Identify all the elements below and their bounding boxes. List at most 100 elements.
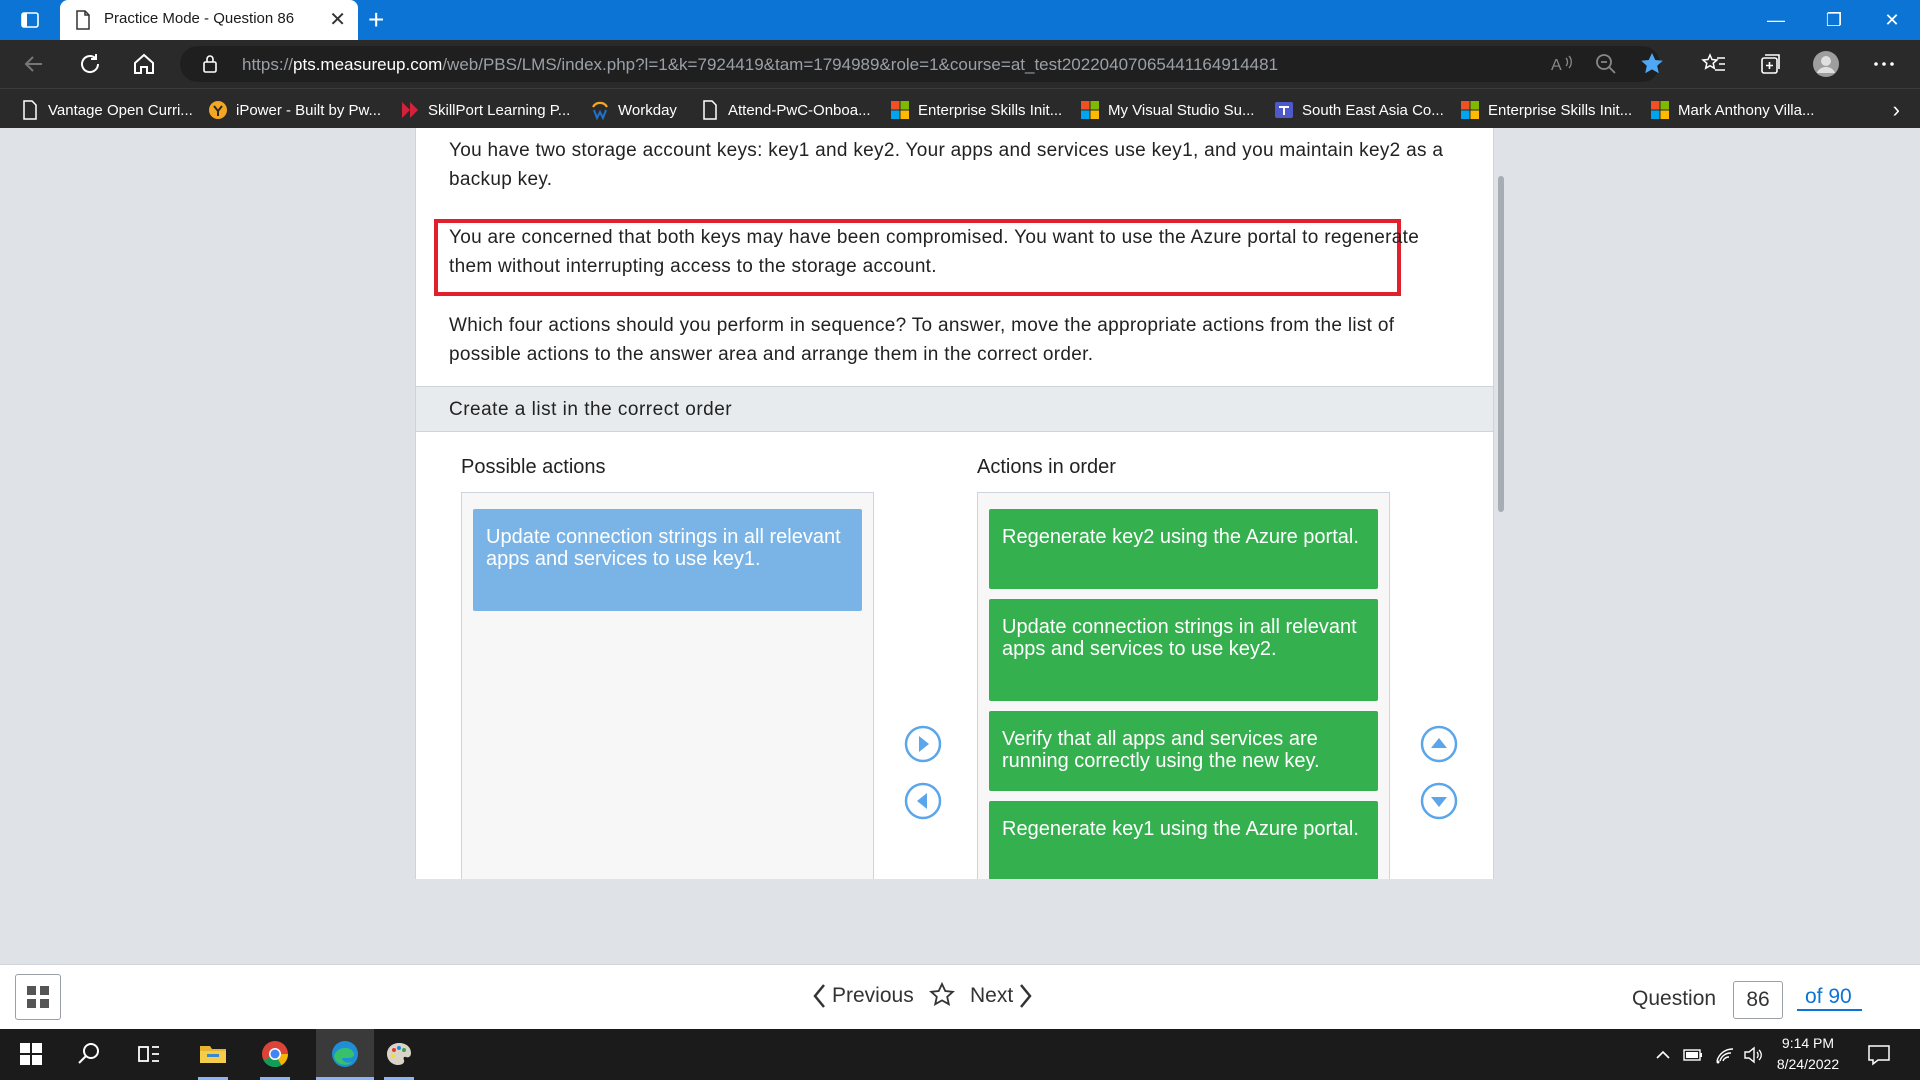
previous-button[interactable]: Previous bbox=[812, 983, 914, 1009]
notifications-icon[interactable] bbox=[1866, 1042, 1892, 1068]
more-menu-icon[interactable] bbox=[1870, 50, 1898, 78]
collections-icon[interactable] bbox=[1756, 50, 1784, 78]
actions-in-order-list[interactable]: Regenerate key2 using the Azure portal. … bbox=[977, 492, 1390, 879]
battery-icon[interactable] bbox=[1682, 1044, 1704, 1066]
favorite-label: My Visual Studio Su... bbox=[1108, 101, 1255, 119]
volume-icon[interactable] bbox=[1742, 1044, 1764, 1066]
url-path: /web/PBS/LMS/index.php?l=1&k=7924419&tam… bbox=[442, 55, 1279, 74]
back-icon[interactable] bbox=[18, 48, 50, 80]
zoom-out-icon[interactable] bbox=[1592, 50, 1620, 78]
restore-button[interactable]: ❐ bbox=[1806, 0, 1862, 40]
question-number-input[interactable]: 86 bbox=[1733, 981, 1783, 1019]
windows-taskbar: 9:14 PM 8/24/2022 bbox=[0, 1029, 1920, 1080]
section-header: Create a list in the correct order bbox=[416, 386, 1493, 432]
skillport-icon bbox=[402, 102, 418, 118]
ordered-action-item[interactable]: Regenerate key1 using the Azure portal. bbox=[989, 801, 1378, 879]
favorite-item[interactable]: My Visual Studio Su... bbox=[1080, 99, 1254, 121]
favorite-label: iPower - Built by Pw... bbox=[236, 101, 382, 119]
tab-close-icon[interactable]: ✕ bbox=[329, 8, 346, 32]
favorites-icon[interactable] bbox=[1700, 50, 1728, 78]
grid-icon bbox=[27, 986, 49, 1008]
microsoft-icon bbox=[1651, 101, 1669, 119]
lock-icon[interactable] bbox=[202, 54, 218, 74]
move-right-icon[interactable] bbox=[904, 725, 942, 763]
browser-tab-active[interactable]: Practice Mode - Question 86 ✕ bbox=[60, 0, 358, 40]
next-label: Next bbox=[970, 984, 1014, 1007]
possible-action-item[interactable]: Update connection strings in all relevan… bbox=[473, 509, 862, 611]
ordered-action-item[interactable]: Verify that all apps and services are ru… bbox=[989, 711, 1378, 791]
page-viewport: You have two storage account keys: key1 … bbox=[0, 128, 1920, 964]
move-down-icon[interactable] bbox=[1420, 782, 1458, 820]
favorite-star-icon[interactable] bbox=[1638, 50, 1666, 78]
move-up-icon[interactable] bbox=[1420, 725, 1458, 763]
tab-actions-icon[interactable] bbox=[20, 10, 40, 30]
favorite-item[interactable]: SkillPort Learning P... bbox=[400, 99, 570, 121]
favorite-label: Workday bbox=[618, 101, 677, 119]
question-paragraph-2: You are concerned that both keys may hav… bbox=[449, 227, 1420, 277]
profile-avatar-icon[interactable] bbox=[1812, 50, 1840, 78]
read-aloud-icon[interactable]: A bbox=[1548, 50, 1576, 78]
ordered-action-item[interactable]: Update connection strings in all relevan… bbox=[989, 599, 1378, 701]
favorite-label: Attend-PwC-Onboa... bbox=[728, 101, 871, 119]
favorite-label: South East Asia Co... bbox=[1302, 101, 1444, 119]
svg-text:A: A bbox=[1551, 57, 1562, 74]
task-view-icon[interactable] bbox=[134, 1039, 164, 1069]
favorite-item[interactable]: Enterprise Skills Init... bbox=[1460, 99, 1632, 121]
close-window-button[interactable]: ✕ bbox=[1864, 0, 1920, 40]
browser-title-bar: Practice Mode - Question 86 ✕ + — ❐ ✕ bbox=[0, 0, 1920, 40]
chevron-right-icon bbox=[1020, 984, 1032, 1008]
page-icon bbox=[76, 10, 90, 30]
refresh-icon[interactable] bbox=[74, 48, 106, 80]
favorite-item[interactable]: Vantage Open Curri... bbox=[20, 99, 193, 121]
favorite-item[interactable]: Attend-PwC-Onboa... bbox=[700, 99, 871, 121]
ipower-icon bbox=[209, 101, 227, 119]
new-tab-button[interactable]: + bbox=[368, 4, 384, 36]
favorite-item[interactable]: South East Asia Co... bbox=[1274, 99, 1444, 121]
windows-start-icon[interactable] bbox=[16, 1039, 46, 1069]
chrome-icon[interactable] bbox=[260, 1039, 290, 1069]
home-icon[interactable] bbox=[128, 48, 160, 80]
favorite-label: SkillPort Learning P... bbox=[428, 101, 571, 119]
chevron-up-icon[interactable] bbox=[1652, 1044, 1674, 1066]
search-icon[interactable] bbox=[74, 1039, 104, 1069]
edge-icon[interactable] bbox=[330, 1039, 360, 1069]
chevron-left-icon bbox=[813, 984, 825, 1008]
favorite-label: Mark Anthony Villa... bbox=[1678, 101, 1815, 119]
favorite-label: Vantage Open Curri... bbox=[48, 101, 193, 119]
workday-icon bbox=[592, 101, 608, 120]
question-paragraph-1: You have two storage account keys: key1 … bbox=[449, 140, 1444, 190]
wifi-icon[interactable] bbox=[1714, 1044, 1736, 1066]
next-button[interactable]: Next bbox=[970, 983, 1033, 1009]
question-card: You have two storage account keys: key1 … bbox=[415, 128, 1494, 879]
actions-in-order-title: Actions in order bbox=[977, 456, 1116, 478]
file-explorer-icon[interactable] bbox=[198, 1039, 228, 1069]
question-paragraph-3: Which four actions should you perform in… bbox=[449, 315, 1395, 365]
bookmark-star-icon[interactable] bbox=[928, 981, 956, 1009]
previous-label: Previous bbox=[832, 984, 914, 1007]
paint-icon[interactable] bbox=[384, 1039, 414, 1069]
url-scheme: https:// bbox=[242, 55, 294, 74]
clock-time: 9:14 PM bbox=[1781, 1035, 1835, 1051]
ordered-action-item[interactable]: Regenerate key2 using the Azure portal. bbox=[989, 509, 1378, 589]
favorites-overflow-button[interactable]: › bbox=[1893, 97, 1900, 123]
favorite-item[interactable]: Workday bbox=[590, 99, 677, 121]
move-left-icon[interactable] bbox=[904, 782, 942, 820]
address-bar[interactable]: https://pts.measureup.com/web/PBS/LMS/in… bbox=[180, 46, 1660, 82]
minimize-button[interactable]: — bbox=[1748, 0, 1804, 40]
section-title: Create a list in the correct order bbox=[449, 399, 733, 420]
question-grid-button[interactable] bbox=[15, 974, 61, 1020]
favorite-item[interactable]: Enterprise Skills Init... bbox=[890, 99, 1062, 121]
possible-actions-list[interactable]: Update connection strings in all relevan… bbox=[461, 492, 874, 879]
url-text[interactable]: https://pts.measureup.com/web/PBS/LMS/in… bbox=[242, 55, 1278, 75]
favorite-item[interactable]: iPower - Built by Pw... bbox=[208, 99, 381, 121]
question-total-link[interactable]: of 90 bbox=[1797, 985, 1862, 1011]
favorites-bar: Vantage Open Curri... iPower - Built by … bbox=[0, 88, 1920, 128]
taskbar-clock[interactable]: 9:14 PM 8/24/2022 bbox=[1774, 1033, 1842, 1075]
question-label: Question bbox=[1632, 987, 1717, 1010]
page-icon bbox=[23, 100, 37, 120]
page-scrollbar-thumb[interactable] bbox=[1498, 176, 1504, 512]
favorite-item[interactable]: Mark Anthony Villa... bbox=[1650, 99, 1814, 121]
microsoft-icon bbox=[1461, 101, 1479, 119]
favorite-label: Enterprise Skills Init... bbox=[1488, 101, 1633, 119]
url-domain: pts.measureup.com bbox=[293, 55, 443, 74]
